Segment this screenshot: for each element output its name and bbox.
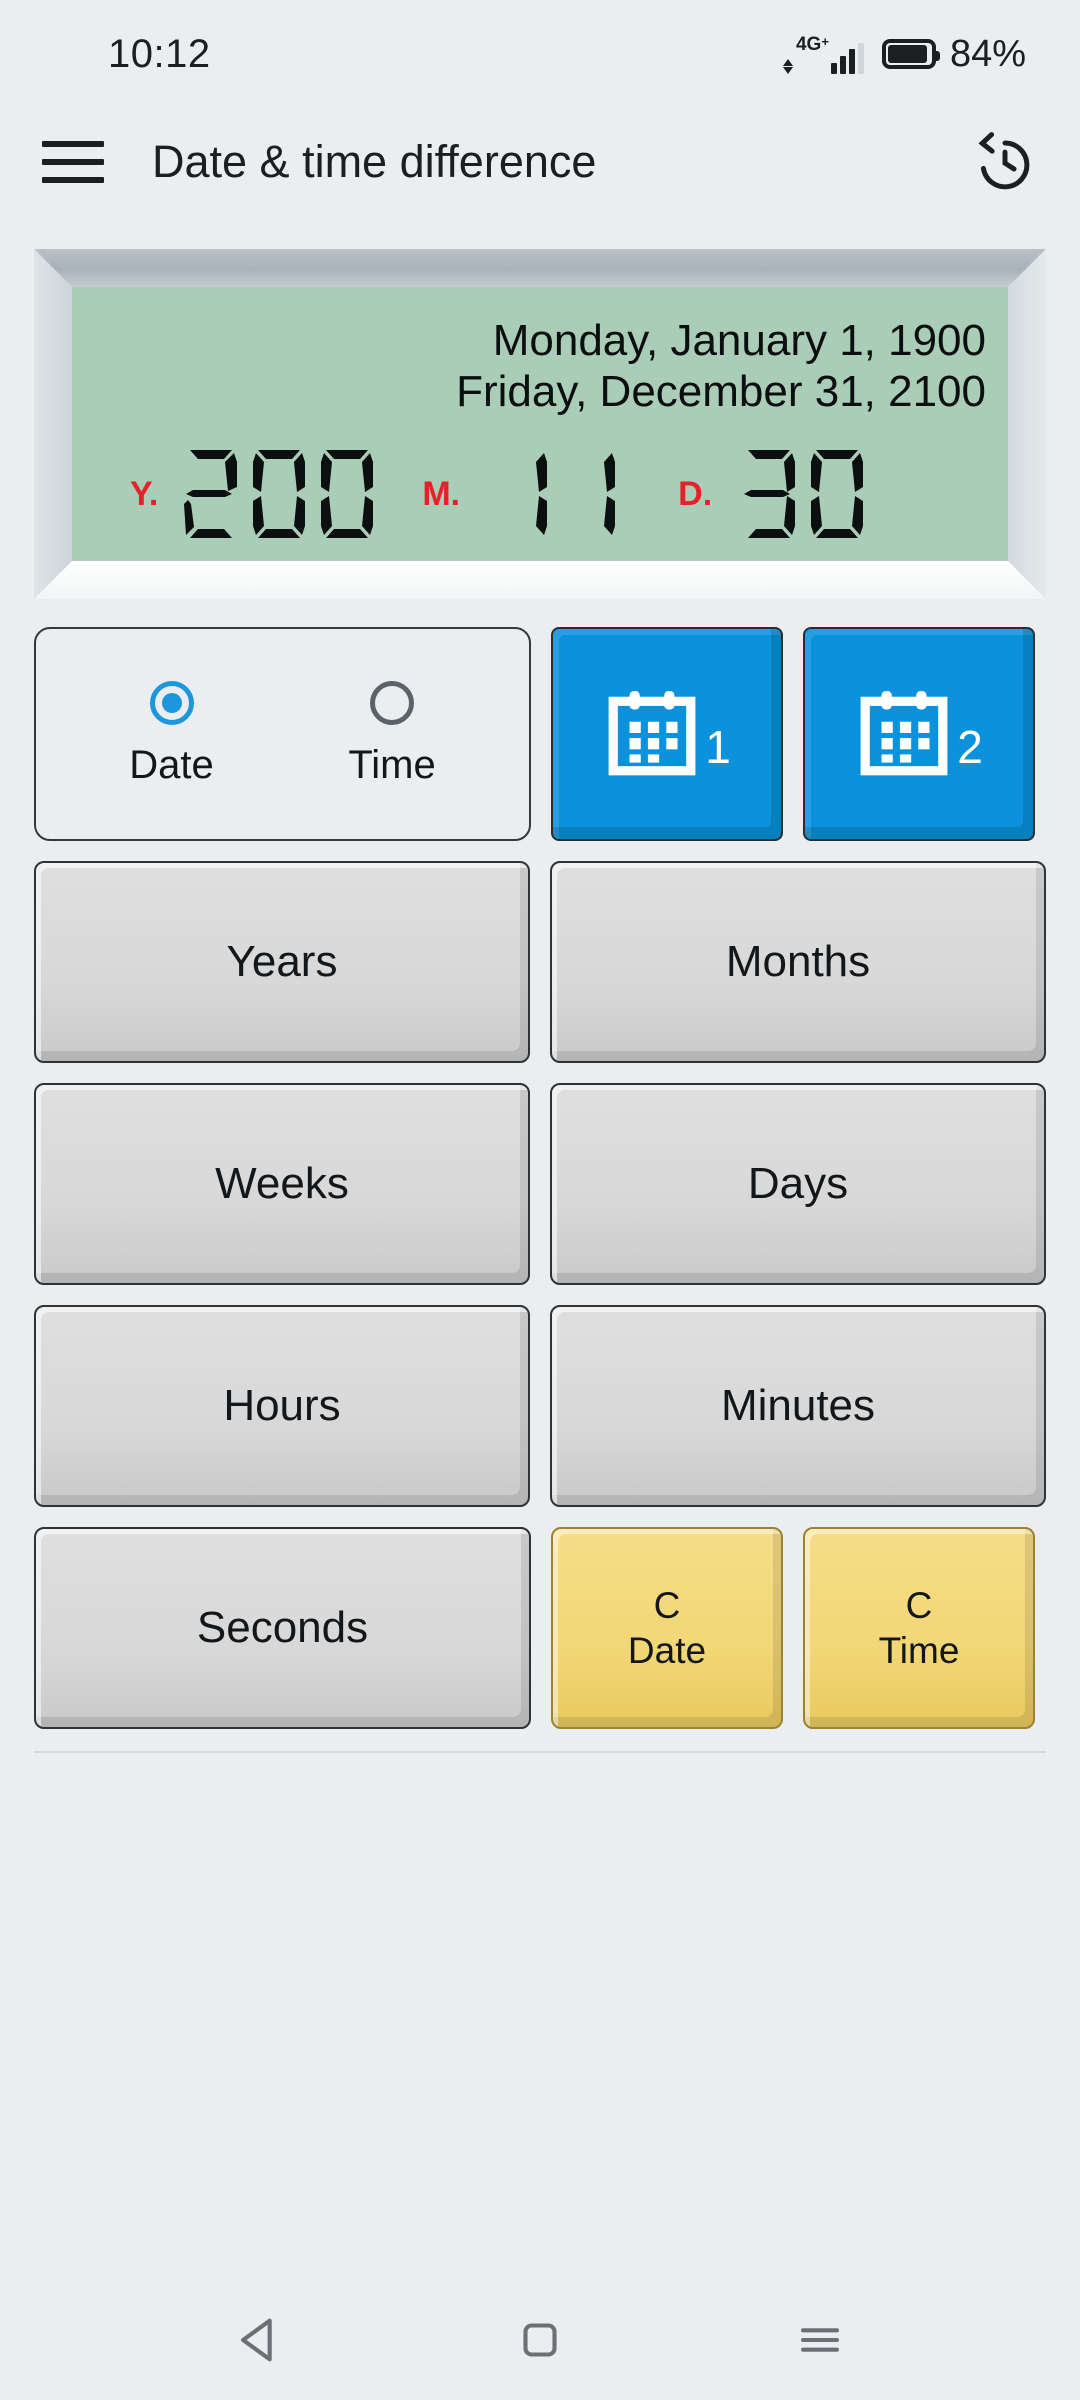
calendar-icon (860, 691, 948, 776)
grid-row-1: Date Time 1 2 (34, 627, 1046, 841)
unit-button-weeks[interactable]: Weeks (34, 1083, 530, 1285)
history-icon[interactable] (970, 127, 1040, 197)
clear-time-line2: Time (878, 1630, 960, 1671)
seven-segment-digit (253, 450, 306, 538)
seven-segment-digit (184, 450, 238, 538)
calendar-2-number: 2 (957, 721, 983, 773)
lcd-screen: Monday, January 1, 1900 Friday, December… (72, 287, 1008, 561)
clear-time-line1: C (905, 1584, 933, 1626)
radio-dot-time-icon[interactable] (370, 680, 415, 725)
days-unit-label: D. (678, 474, 713, 513)
grid-row-5: Seconds C Date C Time (34, 1527, 1046, 1729)
radio-option-time[interactable]: Time (348, 680, 436, 788)
status-bar-indicators: 4G + 84% (782, 32, 1026, 76)
app-bar: Date & time difference (0, 108, 1080, 216)
radio-label-date: Date (129, 742, 214, 787)
selected-dates: Monday, January 1, 1900 Friday, December… (94, 315, 986, 417)
months-unit-label: M. (422, 474, 461, 513)
grid-row-4: Hours Minutes (34, 1305, 1046, 1507)
seven-segment-digit (321, 450, 374, 538)
radio-option-date[interactable]: Date (129, 680, 214, 788)
radio-dot-date-icon[interactable] (149, 680, 194, 725)
battery-icon (881, 39, 940, 69)
grid-row-3: Weeks Days (34, 1083, 1046, 1285)
grid-row-2: Years Months (34, 861, 1046, 1063)
end-date-label: Friday, December 31, 2100 (456, 367, 986, 417)
hamburger-recents-icon[interactable] (791, 2311, 849, 2369)
start-date-label: Monday, January 1, 1900 (492, 316, 986, 365)
unit-button-hours[interactable]: Hours (34, 1305, 530, 1507)
network-type-label: 4G + (796, 35, 829, 54)
calendar-1-number: 1 (705, 721, 731, 773)
unit-button-years[interactable]: Years (34, 861, 530, 1063)
years-unit-label: Y. (130, 474, 159, 513)
content-divider (34, 1751, 1046, 1753)
unit-button-seconds[interactable]: Seconds (34, 1527, 531, 1729)
signal-strength-bars (830, 43, 864, 74)
battery-percent-label: 84% (949, 32, 1026, 75)
unit-button-minutes[interactable]: Minutes (550, 1305, 1046, 1507)
years-value (180, 447, 378, 541)
system-nav-bar (0, 2280, 1080, 2400)
seven-segment-digit (536, 453, 548, 535)
square-home-icon[interactable] (511, 2311, 569, 2369)
result-display-panel: Monday, January 1, 1900 Friday, December… (34, 249, 1046, 599)
unit-button-days[interactable]: Days (550, 1083, 1046, 1285)
seven-segment-digit (744, 450, 796, 538)
network-type-plus: + (821, 34, 829, 49)
clear-time-button[interactable]: C Time (803, 1527, 1035, 1729)
calendar-icon (608, 691, 696, 776)
clear-date-line1: C (653, 1584, 681, 1626)
network-type-text: 4G (795, 34, 822, 55)
radio-label-time: Time (348, 742, 436, 787)
days-value (738, 447, 868, 541)
signal-bars-icon: 4G + (782, 34, 864, 74)
mode-selector: Date Time (34, 627, 531, 841)
segment-readout: Y. M. D. (94, 447, 986, 545)
hamburger-menu-icon[interactable] (42, 133, 104, 191)
control-grid: Date Time 1 2 Years Months Weeks Days Ho… (0, 599, 1080, 1729)
unit-button-months[interactable]: Months (550, 861, 1046, 1063)
seven-segment-digit (811, 450, 864, 538)
calendar-picker-1-button[interactable]: 1 (551, 627, 783, 841)
data-arrows-icon (782, 59, 793, 74)
months-value (504, 447, 634, 541)
page-title: Date & time difference (152, 136, 597, 187)
triangle-back-icon[interactable] (231, 2311, 289, 2369)
status-bar: 10:12 4G + 84% (0, 0, 1080, 108)
status-bar-clock: 10:12 (108, 31, 211, 76)
clear-date-button[interactable]: C Date (551, 1527, 783, 1729)
seven-segment-digit (604, 453, 616, 535)
calendar-picker-2-button[interactable]: 2 (803, 627, 1035, 841)
clear-date-line2: Date (627, 1630, 707, 1671)
